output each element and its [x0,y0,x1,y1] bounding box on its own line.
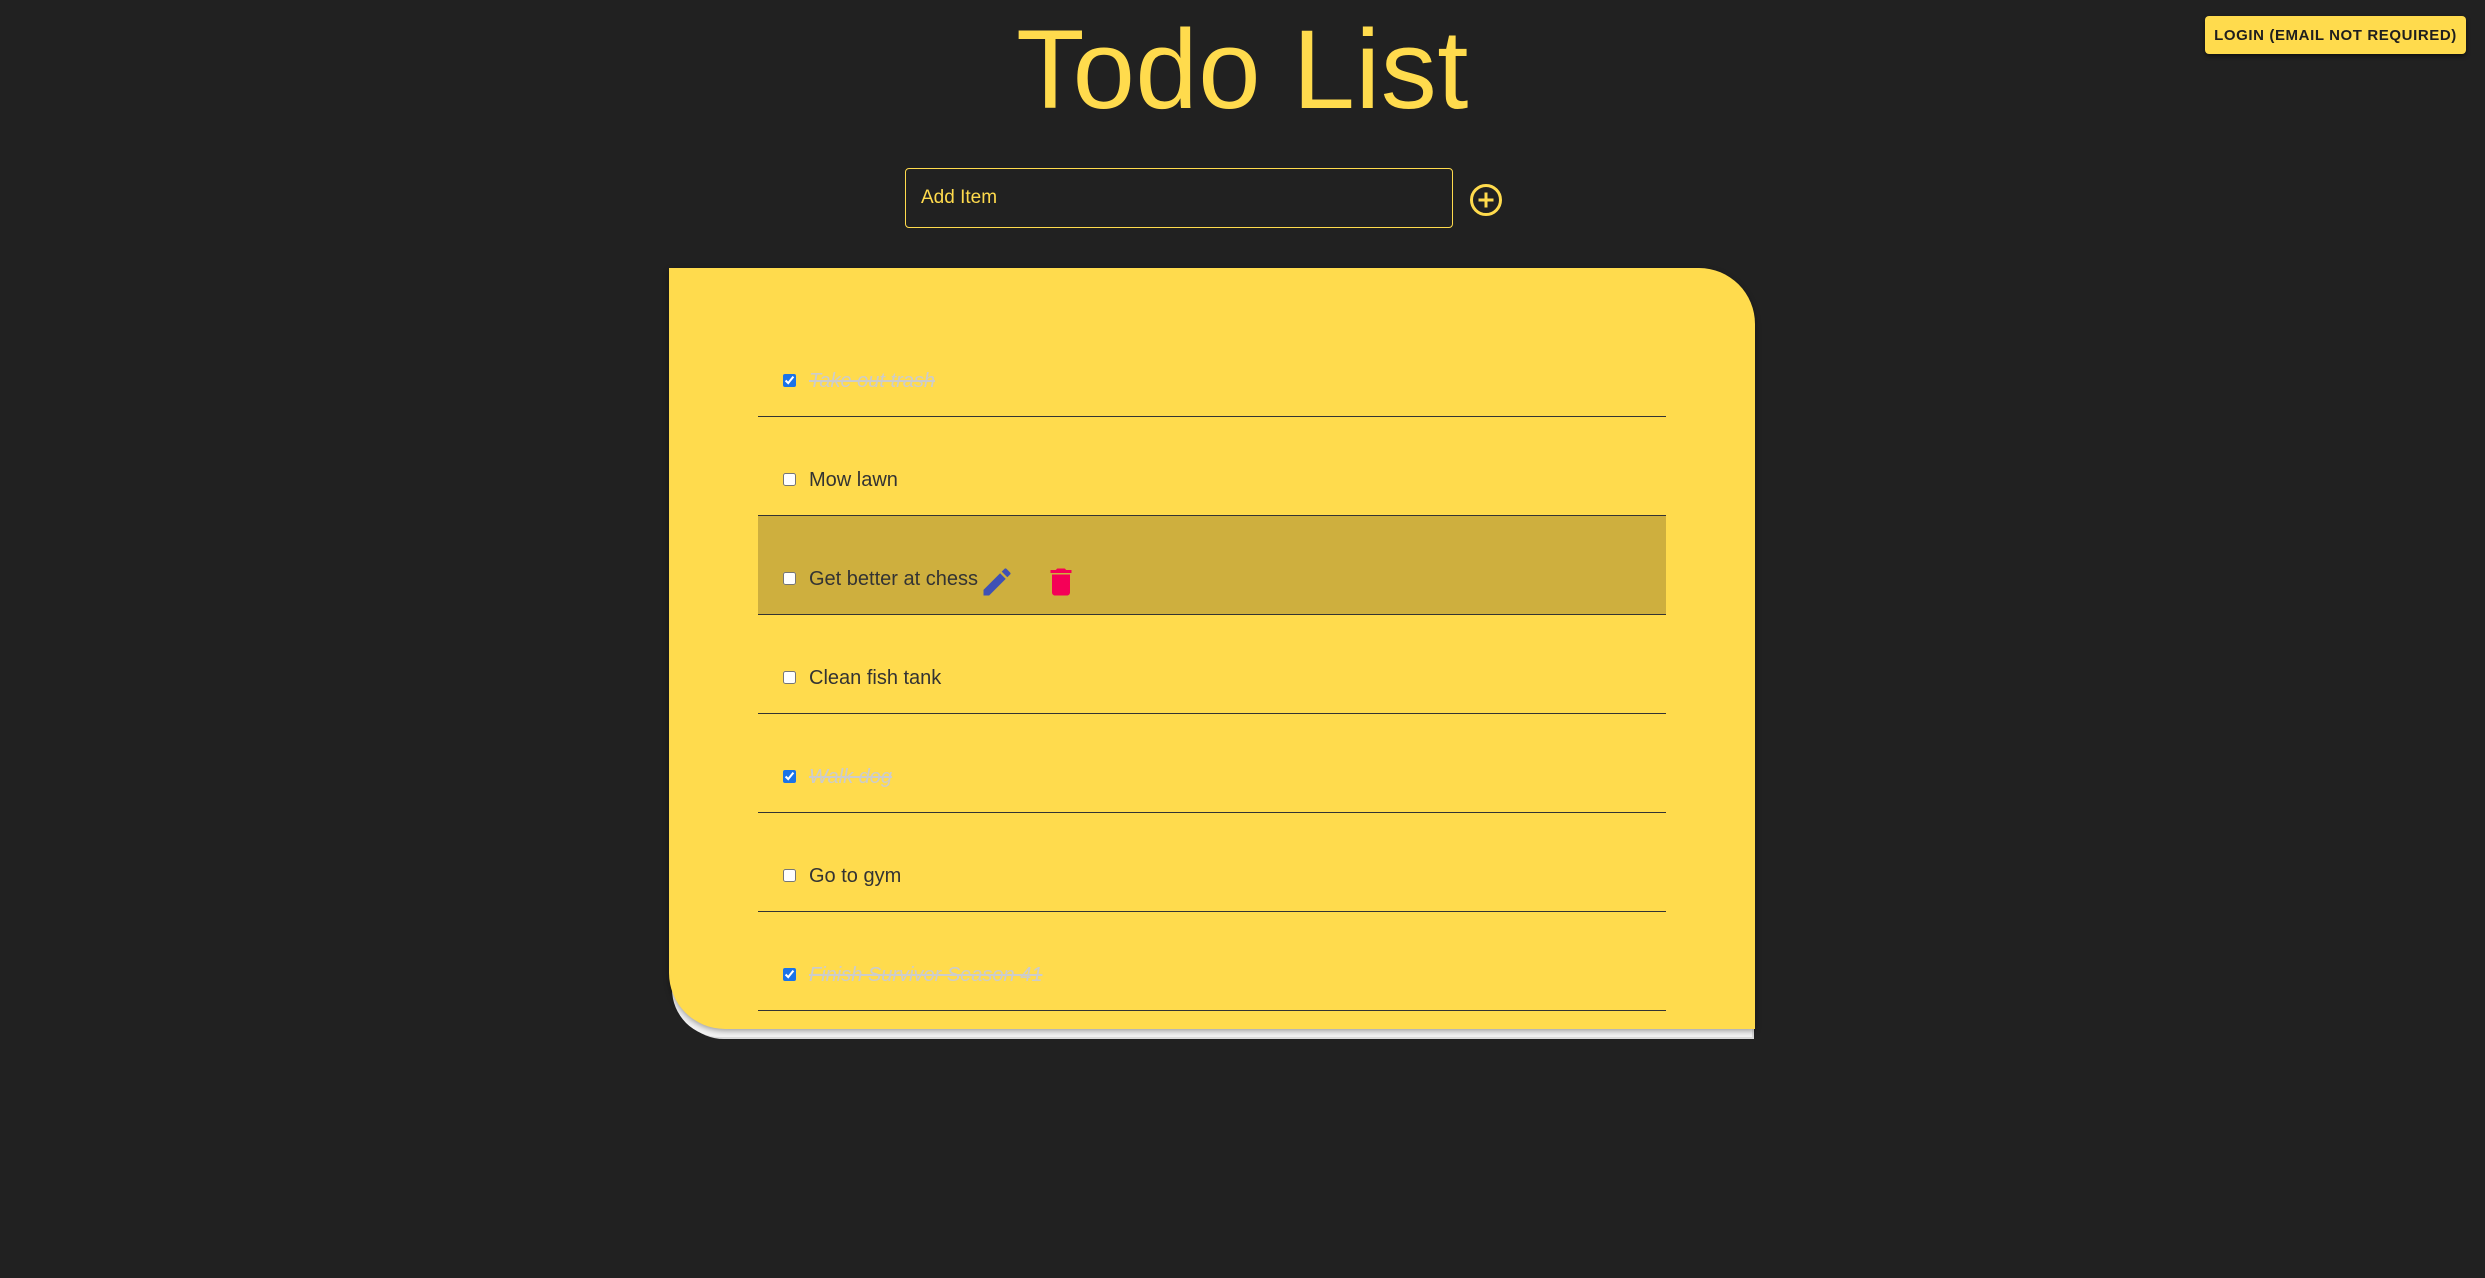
todo-label: Mow lawn [809,469,898,491]
edit-button[interactable] [979,564,1015,600]
add-item-input[interactable] [905,168,1453,228]
todo-list: Take out trash Mow lawn Get better at ch… [758,318,1666,1011]
add-item-button[interactable] [1468,182,1504,218]
todo-checkbox[interactable] [783,770,796,783]
todo-item[interactable]: Walk dog [758,714,1666,813]
todo-checkbox[interactable] [783,473,796,486]
todo-label: Clean fish tank [809,667,942,689]
pencil-icon [983,568,1011,596]
todo-item[interactable]: Go to gym [758,813,1666,912]
todo-card: Take out trash Mow lawn Get better at ch… [669,268,1755,1029]
todo-checkbox[interactable] [783,869,796,882]
todo-checkbox[interactable] [783,572,796,585]
todo-item[interactable]: Mow lawn [758,417,1666,516]
add-circle-icon [1470,184,1502,216]
todo-item[interactable]: Clean fish tank [758,615,1666,714]
todo-label: Walk dog [809,766,893,788]
todo-label: Get better at chess [809,568,978,590]
page-title: Todo List [1016,7,1469,132]
todo-label: Take out trash [809,370,936,392]
login-button[interactable]: LOGIN (EMAIL NOT REQUIRED) [2205,16,2466,54]
todo-label: Finish Survivor Season 41 [809,964,1043,986]
todo-checkbox[interactable] [783,374,796,387]
todo-item[interactable]: Finish Survivor Season 41 [758,912,1666,1011]
trash-icon [1050,568,1072,596]
todo-app: Todo List LOGIN (EMAIL NOT REQUIRED) Tak… [0,0,2485,1278]
todo-item[interactable]: Take out trash [758,318,1666,417]
todo-item[interactable]: Get better at chess [758,516,1666,615]
delete-button[interactable] [1043,564,1079,600]
todo-checkbox[interactable] [783,968,796,981]
todo-checkbox[interactable] [783,671,796,684]
todo-label: Go to gym [809,865,902,887]
